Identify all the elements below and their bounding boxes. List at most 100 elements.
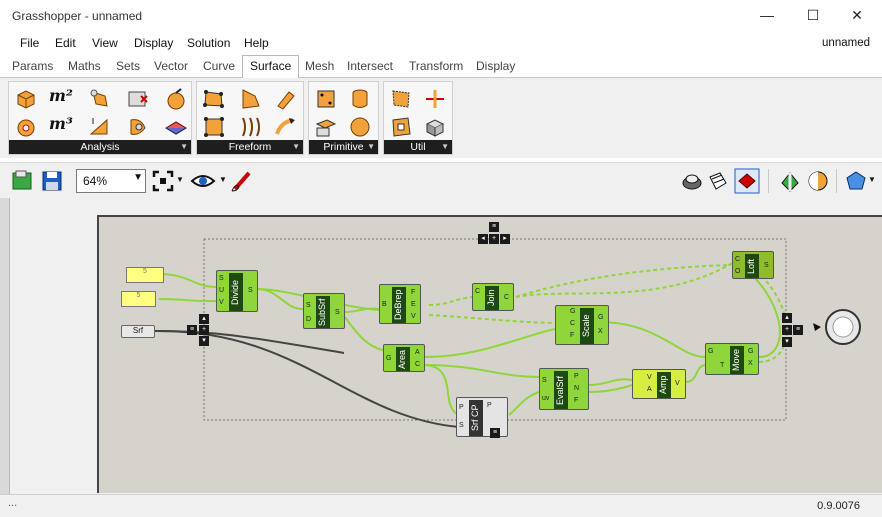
input-port[interactable]: C [735,256,740,263]
node-divide[interactable]: S U V Divide S [216,270,258,312]
chevron-down-icon[interactable]: ▼ [176,175,184,184]
surface-evaluate-icon[interactable] [163,114,189,140]
menu-icon[interactable]: ≡ [187,325,197,335]
output-port[interactable]: V [675,380,680,387]
number-panel[interactable]: 5 [126,267,164,283]
offset-icon[interactable] [422,86,448,112]
output-port[interactable]: X [748,360,753,367]
open-file-icon[interactable] [10,169,34,193]
output-port[interactable]: P [487,402,492,409]
arrow-up-icon[interactable]: ▴ [782,313,792,323]
sweep-icon[interactable] [273,114,299,140]
navigation-compass-icon[interactable] [811,307,865,347]
output-port[interactable]: S [764,262,769,269]
node-scale[interactable]: G C F Scale G X [555,305,609,345]
arrow-left-icon[interactable]: ◂ [478,234,488,244]
four-point-surface-icon[interactable] [201,86,227,112]
input-port[interactable]: C [475,288,480,295]
node-loft[interactable]: C O Loft S [732,251,774,279]
tab-sets[interactable]: Sets [116,59,140,73]
menu-edit[interactable]: Edit [55,36,76,50]
display-mode-icon[interactable] [844,169,868,193]
arrow-down-icon[interactable]: ▾ [199,336,209,346]
cylinder-icon[interactable] [347,86,373,112]
input-port[interactable]: D [306,316,311,323]
input-port[interactable]: A [647,386,652,393]
close-button[interactable]: ✕ [834,4,880,28]
node-join[interactable]: C Join C [472,283,514,311]
tab-display[interactable]: Display [476,59,515,73]
tab-params[interactable]: Params [12,59,53,73]
output-port[interactable]: X [598,328,603,335]
tab-transform[interactable]: Transform [409,59,463,73]
plane-box-icon[interactable] [313,114,339,140]
output-port[interactable]: E [411,301,416,308]
brep-join-icon[interactable] [422,114,448,140]
maximize-button[interactable]: ☐ [790,4,836,28]
input-port[interactable]: S [306,302,311,309]
zoom-extents-icon[interactable] [152,170,174,192]
arrow-down-icon[interactable]: ▾ [782,337,792,347]
chevron-down-icon[interactable]: ▼ [868,175,876,184]
input-port[interactable]: G [708,348,713,355]
extrude-icon[interactable] [273,86,299,112]
preview-eye-icon[interactable] [190,171,216,191]
area-icon[interactable]: m² [49,86,75,112]
input-port[interactable]: V [647,374,652,381]
ribbon-label-analysis[interactable]: Analysis ▼ [9,140,191,154]
zoom-dropdown[interactable]: 64% ▼ [76,169,146,193]
output-port[interactable]: F [574,397,578,404]
deconstruct-icon[interactable] [163,86,189,112]
box-icon[interactable] [13,86,39,112]
sphere-icon[interactable] [347,114,373,140]
output-port[interactable]: N [574,385,579,392]
output-port[interactable]: C [415,361,420,368]
save-file-icon[interactable] [40,169,64,193]
ribbon-label-primitive[interactable]: Primitive ▼ [309,140,378,154]
menu-view[interactable]: View [92,36,118,50]
node-area[interactable]: G Area A C [383,344,425,372]
selected-preview-icon[interactable] [734,168,760,194]
ribbon-label-freeform[interactable]: Freeform ▼ [197,140,303,154]
output-port[interactable]: A [415,349,420,356]
document-preview-icon[interactable] [778,169,802,193]
node-srf-cp[interactable]: P S Srf CP P [456,397,508,437]
shaded-preview-icon[interactable] [706,169,730,193]
input-port[interactable]: T [720,362,724,369]
input-port[interactable]: S [459,422,464,429]
node-debrep[interactable]: B DeBrep F E V [379,284,421,324]
network-surface-icon[interactable] [237,114,263,140]
material-preview-icon[interactable] [806,169,830,193]
dimensions-icon[interactable] [87,114,113,140]
menu-display[interactable]: Display [134,36,173,50]
sketch-pen-icon[interactable] [229,169,255,193]
isotrim-icon[interactable] [388,114,414,140]
input-port[interactable]: O [735,268,740,275]
menu-file[interactable]: File [20,36,39,50]
volume-m3-icon[interactable]: m³ [49,114,75,140]
tab-maths[interactable]: Maths [68,59,101,73]
input-port[interactable]: G [386,355,391,362]
surface-from-points-icon[interactable] [201,114,227,140]
output-port[interactable]: G [598,314,603,321]
arrow-right-icon[interactable]: ▸ [500,234,510,244]
menu-solution[interactable]: Solution [187,36,230,50]
menu-icon[interactable]: ≡ [489,222,499,232]
minimize-button[interactable]: — [744,4,790,28]
add-icon[interactable]: + [782,325,792,335]
menu-help[interactable]: Help [244,36,269,50]
node-subsrf[interactable]: S D SubSrf S [303,293,345,329]
input-port[interactable]: F [570,332,574,339]
ribbon-label-util[interactable]: Util ▼ [384,140,452,154]
divide-domain-icon[interactable] [388,86,414,112]
output-port[interactable]: S [248,287,253,294]
node-evalsrf[interactable]: S uv EvalSrf P N F [539,368,589,410]
input-port[interactable]: B [382,301,387,308]
input-port[interactable]: S [219,275,224,282]
tab-intersect[interactable]: Intersect [347,59,393,73]
tab-surface[interactable]: Surface [242,55,300,79]
closest-point-icon[interactable] [125,114,151,140]
input-port[interactable]: G [570,308,575,315]
add-icon[interactable]: + [489,234,499,244]
boundary-surface-icon[interactable] [237,86,263,112]
